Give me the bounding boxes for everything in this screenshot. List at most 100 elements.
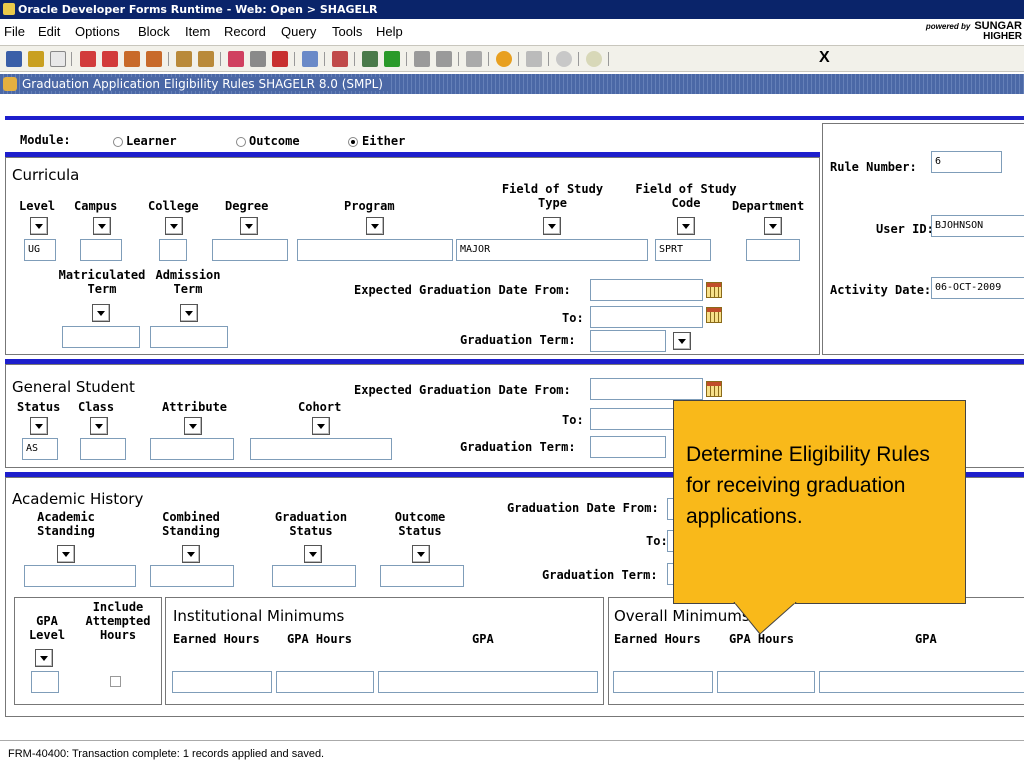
- academic-history-title: Academic History: [12, 490, 144, 508]
- status-input[interactable]: AS: [22, 438, 58, 460]
- attribute-input[interactable]: [150, 438, 234, 460]
- grad-term-dropdown[interactable]: [673, 332, 691, 350]
- user-id-input[interactable]: BJOHNSON: [931, 215, 1024, 237]
- matric-term-input[interactable]: [62, 326, 140, 348]
- class-input[interactable]: [80, 438, 126, 460]
- level-dropdown[interactable]: [30, 217, 48, 235]
- help-icon[interactable]: [556, 51, 572, 67]
- hint-bulb-icon[interactable]: [586, 51, 602, 67]
- gs-grad-term-input[interactable]: [590, 436, 666, 458]
- calendar-icon[interactable]: [706, 282, 722, 298]
- save-icon[interactable]: [6, 51, 22, 67]
- ovr-gpa-input[interactable]: [819, 671, 1024, 693]
- print-icon[interactable]: [50, 51, 66, 67]
- department-dropdown[interactable]: [764, 217, 782, 235]
- menu-record[interactable]: Record: [224, 24, 266, 39]
- field-type-dropdown[interactable]: [543, 217, 561, 235]
- radio-outcome[interactable]: [236, 137, 246, 147]
- activity-date-input[interactable]: 06-OCT-2009: [931, 277, 1024, 299]
- menu-query[interactable]: Query: [281, 24, 316, 39]
- admission-term-dropdown[interactable]: [180, 304, 198, 322]
- gs-exp-from-input[interactable]: [590, 378, 703, 400]
- radio-learner[interactable]: [113, 137, 123, 147]
- field-type-input[interactable]: MAJOR: [456, 239, 648, 261]
- academic-standing-input[interactable]: [24, 565, 136, 587]
- cohort-dropdown[interactable]: [312, 417, 330, 435]
- menu-edit[interactable]: Edit: [38, 24, 60, 39]
- combined-standing-dropdown[interactable]: [182, 545, 200, 563]
- program-input[interactable]: [297, 239, 453, 261]
- ah-date-from-label: Graduation Date From:: [507, 501, 659, 515]
- brand-logo: powered by SUNGAR HIGHER: [925, 20, 1022, 42]
- combined-standing-input[interactable]: [150, 565, 234, 587]
- program-dropdown[interactable]: [366, 217, 384, 235]
- gs-exp-to-input[interactable]: [590, 408, 680, 430]
- academic-standing-dropdown[interactable]: [57, 545, 75, 563]
- calendar-icon[interactable]: [706, 381, 722, 397]
- cohort-input[interactable]: [250, 438, 392, 460]
- menu-block[interactable]: Block: [138, 24, 170, 39]
- campus-dropdown[interactable]: [93, 217, 111, 235]
- previous-item-icon[interactable]: [466, 51, 482, 67]
- matric-term-dropdown[interactable]: [92, 304, 110, 322]
- inst-gpa-hours-input[interactable]: [276, 671, 374, 693]
- gpa-level-dropdown[interactable]: [35, 649, 53, 667]
- rollback-icon[interactable]: [28, 51, 44, 67]
- inst-earned-input[interactable]: [172, 671, 272, 693]
- menu-tools[interactable]: Tools: [332, 24, 362, 39]
- enter-query-icon[interactable]: [228, 51, 244, 67]
- outcome-status-input[interactable]: [380, 565, 464, 587]
- search-icon[interactable]: [362, 51, 378, 67]
- exp-grad-to-input[interactable]: [590, 306, 703, 328]
- attribute-dropdown[interactable]: [184, 417, 202, 435]
- degree-dropdown[interactable]: [240, 217, 258, 235]
- gpa-level-input[interactable]: [31, 671, 59, 693]
- cancel-query-icon[interactable]: [272, 51, 288, 67]
- next-block-icon[interactable]: [146, 51, 162, 67]
- radio-either[interactable]: [348, 137, 358, 147]
- duplicate-icon[interactable]: [414, 51, 430, 67]
- next-record-icon[interactable]: [124, 51, 140, 67]
- exit-button[interactable]: X: [819, 49, 830, 67]
- exp-grad-from-input[interactable]: [590, 279, 703, 301]
- class-dropdown[interactable]: [90, 417, 108, 435]
- include-attempted-checkbox[interactable]: [110, 676, 121, 687]
- menu-help[interactable]: Help: [376, 24, 403, 39]
- ovr-earned-input[interactable]: [613, 671, 713, 693]
- grad-term-input[interactable]: [590, 330, 666, 352]
- college-input[interactable]: [159, 239, 187, 261]
- options-icon[interactable]: [496, 51, 512, 67]
- level-input[interactable]: UG: [24, 239, 56, 261]
- export-icon[interactable]: [526, 51, 542, 67]
- previous-record-icon[interactable]: [102, 51, 118, 67]
- insert-record-icon[interactable]: [176, 51, 192, 67]
- previous-block-icon[interactable]: [80, 51, 96, 67]
- gs-grad-term-label: Graduation Term:: [460, 440, 576, 454]
- admission-term-input[interactable]: [150, 326, 228, 348]
- menu-options[interactable]: Options: [75, 24, 120, 39]
- campus-input[interactable]: [80, 239, 122, 261]
- status-dropdown[interactable]: [30, 417, 48, 435]
- degree-input[interactable]: [212, 239, 288, 261]
- grad-status-input[interactable]: [272, 565, 356, 587]
- list-values-icon[interactable]: [302, 51, 318, 67]
- calendar-icon[interactable]: [706, 307, 722, 323]
- cohort-label: Cohort: [298, 400, 342, 414]
- copy-icon[interactable]: [436, 51, 452, 67]
- field-code-input[interactable]: SPRT: [655, 239, 711, 261]
- rule-number-input[interactable]: 6: [931, 151, 1002, 173]
- inst-gpa-input[interactable]: [378, 671, 598, 693]
- clear-form-icon[interactable]: [332, 51, 348, 67]
- add-icon[interactable]: [384, 51, 400, 67]
- remove-record-icon[interactable]: [198, 51, 214, 67]
- field-code-dropdown[interactable]: [677, 217, 695, 235]
- radio-either-label: Either: [362, 134, 406, 148]
- execute-query-icon[interactable]: [250, 51, 266, 67]
- menu-item[interactable]: Item: [185, 24, 210, 39]
- menu-file[interactable]: File: [4, 24, 25, 39]
- grad-status-dropdown[interactable]: [304, 545, 322, 563]
- college-dropdown[interactable]: [165, 217, 183, 235]
- department-input[interactable]: [746, 239, 800, 261]
- ovr-gpa-hours-input[interactable]: [717, 671, 815, 693]
- outcome-status-dropdown[interactable]: [412, 545, 430, 563]
